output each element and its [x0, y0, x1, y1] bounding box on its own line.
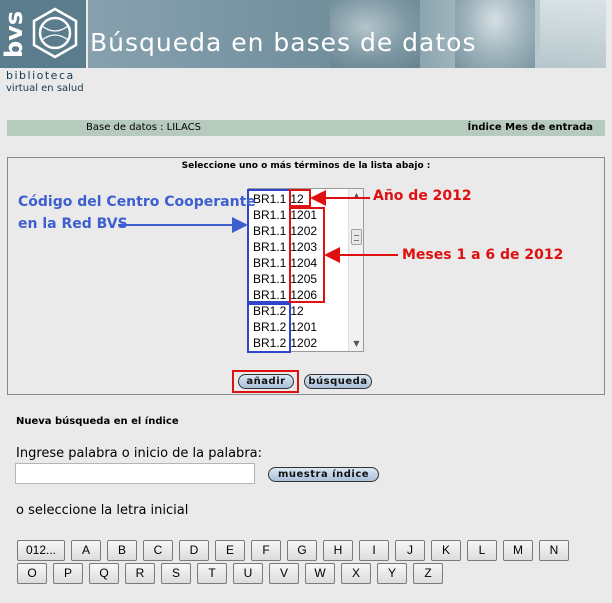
- letter-key[interactable]: M: [503, 540, 533, 561]
- letter-key[interactable]: L: [467, 540, 497, 561]
- letter-key[interactable]: U: [233, 563, 263, 584]
- letter-key[interactable]: S: [161, 563, 191, 584]
- input-label: Ingrese palabra o inicio de la palabra:: [16, 446, 263, 461]
- new-search-heading: Nueva búsqueda en el índice: [16, 416, 179, 427]
- letter-key[interactable]: Q: [89, 563, 119, 584]
- letter-key[interactable]: O: [17, 563, 47, 584]
- letter-key[interactable]: R: [125, 563, 155, 584]
- letter-key[interactable]: B: [107, 540, 137, 561]
- letter-label: o seleccione la letra inicial: [16, 503, 189, 518]
- letter-key[interactable]: V: [269, 563, 299, 584]
- letter-key[interactable]: W: [305, 563, 335, 584]
- word-input[interactable]: [15, 463, 255, 484]
- letter-key[interactable]: K: [431, 540, 461, 561]
- letter-key[interactable]: 012...: [17, 540, 65, 561]
- letter-key[interactable]: Z: [413, 563, 443, 584]
- letter-key[interactable]: G: [287, 540, 317, 561]
- letter-key[interactable]: A: [71, 540, 101, 561]
- letter-key[interactable]: T: [197, 563, 227, 584]
- letter-key[interactable]: C: [143, 540, 173, 561]
- letter-key[interactable]: I: [359, 540, 389, 561]
- letter-key[interactable]: N: [539, 540, 569, 561]
- letter-key[interactable]: D: [179, 540, 209, 561]
- letter-key[interactable]: H: [323, 540, 353, 561]
- letter-key[interactable]: P: [53, 563, 83, 584]
- letter-key[interactable]: J: [395, 540, 425, 561]
- letter-key[interactable]: E: [215, 540, 245, 561]
- letter-key[interactable]: X: [341, 563, 371, 584]
- show-index-button[interactable]: muestra índice: [268, 467, 379, 482]
- letter-key[interactable]: F: [251, 540, 281, 561]
- letter-key[interactable]: Y: [377, 563, 407, 584]
